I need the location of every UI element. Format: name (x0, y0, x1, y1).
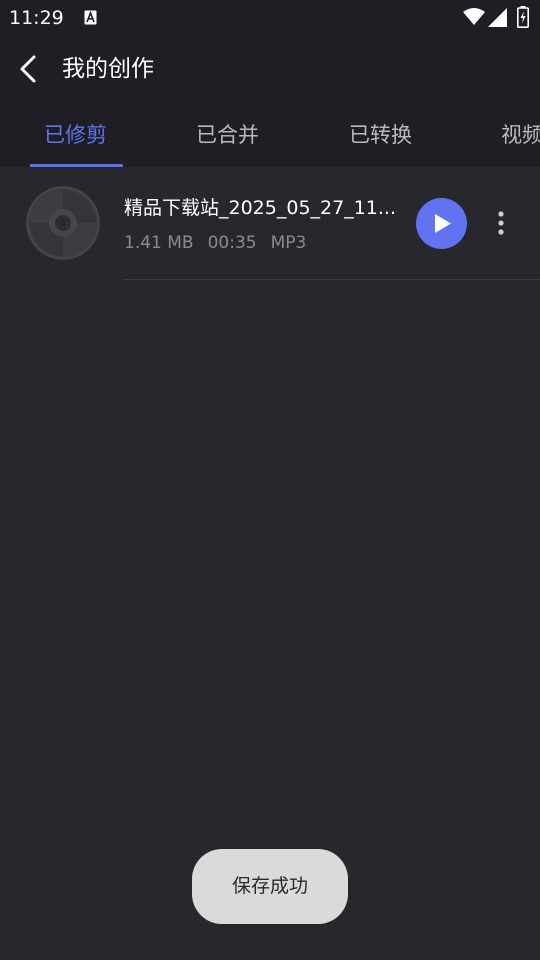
page-title: 我的创作 (62, 56, 154, 82)
wifi-icon (463, 8, 485, 25)
status-time: 11:29 (9, 7, 64, 29)
top-app-bar: 11:29 我的创作 已修剪 已合并 已转换 视频 (0, 0, 540, 167)
item-duration: 00:35 (207, 233, 257, 253)
item-divider (123, 279, 540, 280)
screen: 11:29 我的创作 已修剪 已合并 已转换 视频 精品下载站_2025_05_… (0, 0, 540, 960)
toast: 保存成功 (192, 849, 348, 924)
play-icon (435, 214, 451, 233)
a-notification-icon (84, 10, 97, 25)
disc-icon (26, 186, 100, 260)
item-meta: 1.41 MB 00:35 MP3 (124, 231, 320, 255)
tab-bar: 已修剪 已合并 已转换 视频 (0, 112, 540, 167)
tab-video[interactable]: 视频 (501, 121, 540, 149)
play-button[interactable] (416, 198, 467, 249)
back-button[interactable] (14, 52, 44, 86)
tab-trimmed[interactable]: 已修剪 (44, 121, 107, 149)
tab-merged[interactable]: 已合并 (196, 121, 259, 149)
item-format: MP3 (270, 233, 307, 253)
toast-message: 保存成功 (231, 875, 308, 897)
item-size: 1.41 MB (124, 233, 194, 253)
item-title: 精品下载站_2025_05_27_11... (124, 197, 397, 219)
list-item[interactable]: 精品下载站_2025_05_27_11... 1.41 MB 00:35 MP3 (0, 167, 540, 280)
battery-charging-icon (517, 6, 529, 28)
more-options-icon[interactable] (488, 207, 514, 241)
status-bar: 11:29 (0, 0, 540, 36)
signal-icon (488, 8, 507, 27)
tab-converted[interactable]: 已转换 (349, 121, 412, 149)
